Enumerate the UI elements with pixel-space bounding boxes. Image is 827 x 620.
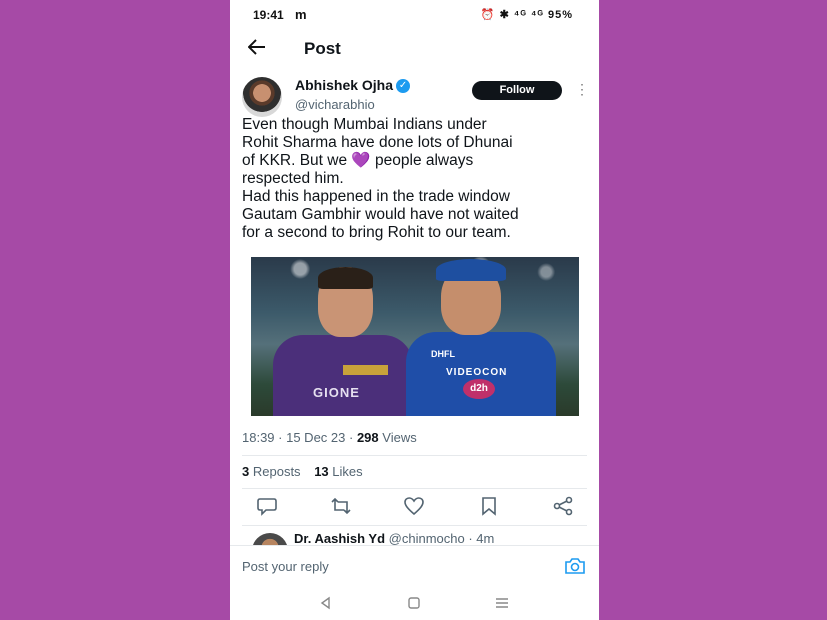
like-icon[interactable] [403,496,425,518]
author-handle[interactable]: @vicharabhio [295,97,410,112]
reply-preview[interactable]: Dr. Aashish Yd @chinmocho · 4m [230,527,599,545]
jersey-sponsor-videocon: VIDEOCON [446,367,508,378]
views-count: 298 [356,430,379,445]
follow-button[interactable]: Follow [472,81,562,100]
photo-person-right: DHFL VIDEOCON d2h [401,257,561,416]
tweet-photo[interactable]: GIONE DHFL VIDEOCON d2h [251,257,579,416]
reply-author-handle: @chinmocho · 4m [388,531,495,545]
tweet-stats: 3 Reposts 13 Likes [242,464,363,479]
nav-back-icon[interactable] [318,595,334,611]
status-system-icons: ⏰ ✱ ⁴ᴳ ⁴ᴳ [480,9,544,21]
author-info: Abhishek Ojha ✓ @vicharabhio [295,77,411,112]
jersey-sponsor-d2h: d2h [463,379,495,399]
tweet-text: Even though Mumbai Indians under Rohit S… [242,116,519,241]
status-time: 19:41 [253,8,284,22]
reply-avatar[interactable] [252,533,288,545]
repost-icon[interactable] [330,496,352,518]
carrier-icon: m [295,7,307,22]
action-bar [230,496,599,520]
reply-author-name: Dr. Aashish Yd [294,531,386,545]
author-name[interactable]: Abhishek Ojha [295,77,393,93]
more-options-icon[interactable]: ⋮ [575,82,589,96]
kkr-jersey [273,335,413,416]
cap-right [436,259,506,281]
likes-label: Likes [332,464,363,479]
views-label: Views [382,430,417,445]
top-bar: Post [230,30,599,70]
phone-screen: 19:41 m ⏰ ✱ ⁴ᴳ ⁴ᴳ 95% Post Abhishek Ojha… [230,0,599,620]
jersey-sponsor-strip [343,365,388,375]
tweet-meta: 18:39 · 15 Dec 23 · 298 Views [242,430,417,445]
status-bar: 19:41 m ⏰ ✱ ⁴ᴳ ⁴ᴳ 95% [230,0,599,30]
tweet-date: 15 Dec 23 [286,430,346,445]
battery-level: 95% [547,9,573,21]
likes-count: 13 [314,464,329,479]
share-icon[interactable] [552,496,574,518]
page-title: Post [304,39,341,58]
jersey-sponsor-dhfl: DHFL [431,349,455,359]
bookmark-icon[interactable] [478,496,500,518]
divider [242,488,587,489]
system-nav-bar [230,588,599,620]
back-arrow-icon[interactable] [247,39,266,59]
divider [242,525,587,526]
jersey-sponsor-gione: GIONE [313,385,360,400]
reply-input[interactable]: Post your reply [242,559,329,574]
reply-bar: Post your reply [230,545,599,586]
camera-icon[interactable] [564,557,586,575]
divider [242,455,587,456]
verified-badge-icon: ✓ [396,78,411,93]
nav-home-icon[interactable] [406,595,422,611]
reply-author: Dr. Aashish Yd @chinmocho · 4m [294,531,494,545]
reply-icon[interactable] [256,496,278,518]
tweet-time: 18:39 [242,430,275,445]
hair-left [318,267,373,289]
status-icons: ⏰ ✱ ⁴ᴳ ⁴ᴳ 95% [481,8,573,21]
likes-link[interactable]: 13 Likes [314,464,362,479]
reposts-link[interactable]: 3 Reposts [242,464,301,479]
nav-recents-icon[interactable] [494,595,510,611]
photo-person-left: GIONE [273,267,413,416]
author-avatar[interactable] [242,77,282,117]
reposts-count: 3 [242,464,250,479]
reposts-label: Reposts [252,464,301,479]
